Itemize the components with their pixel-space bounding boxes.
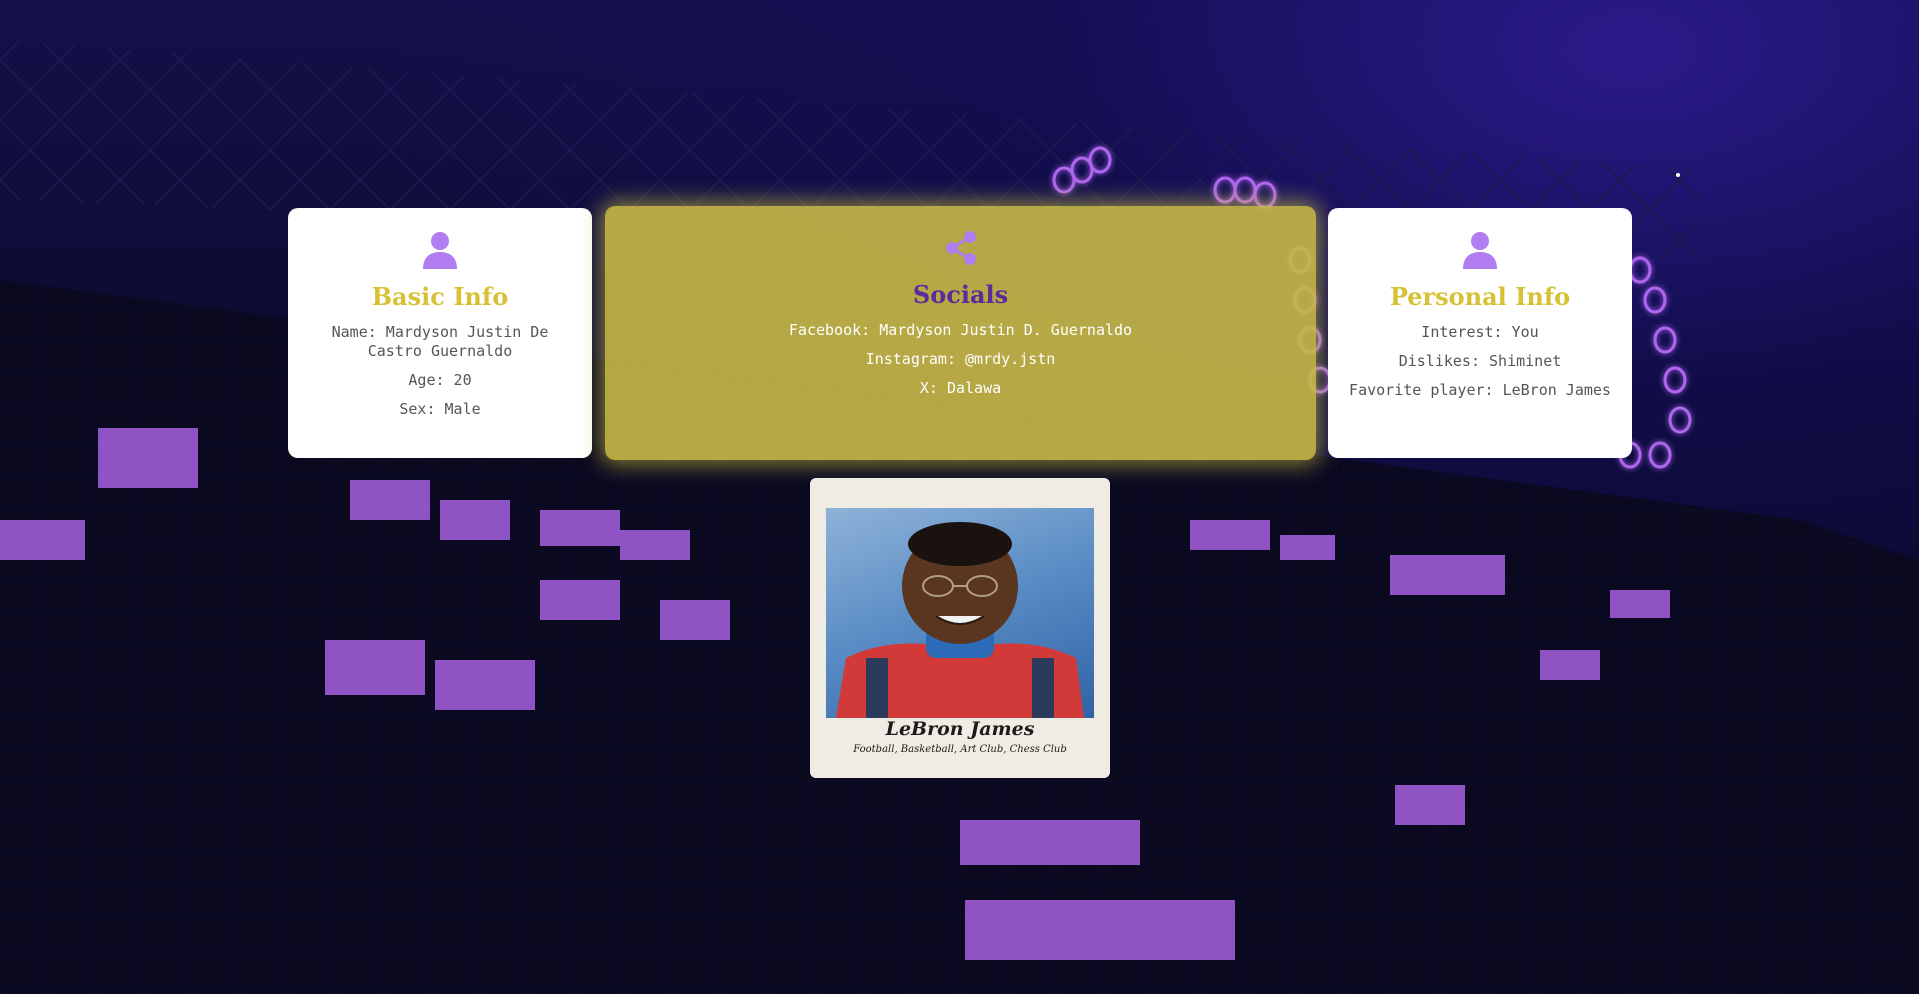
photo-caption-name: LeBron James — [885, 718, 1035, 740]
socials-facebook: Facebook: Mardyson Justin D. Guernaldo — [788, 321, 1133, 339]
yearbook-photo — [826, 508, 1094, 718]
basic-info-title: Basic Info — [371, 282, 509, 311]
personal-info-card: Personal Info Interest: You Dislikes: Sh… — [1328, 208, 1632, 458]
personal-info-title: Personal Info — [1389, 282, 1571, 311]
user-icon — [288, 230, 592, 270]
basic-info-name: Name: Mardyson Justin De Castro Guernald… — [331, 323, 549, 360]
personal-info-favorite-player: Favorite player: LeBron James — [1349, 381, 1611, 399]
basic-info-card: Basic Info Name: Mardyson Justin De Cast… — [288, 208, 592, 458]
yearbook-photo-card: LeBron James Football, Basketball, Art C… — [810, 478, 1110, 778]
photo-caption-clubs: Football, Basketball, Art Club, Chess Cl… — [853, 744, 1067, 755]
socials-card[interactable]: Socials Facebook: Mardyson Justin D. Gue… — [605, 206, 1316, 460]
personal-info-dislikes: Dislikes: Shiminet — [1398, 352, 1562, 370]
user-icon — [1328, 230, 1632, 270]
basic-info-sex: Sex: Male — [399, 400, 481, 418]
socials-title: Socials — [912, 280, 1009, 309]
personal-info-interest: Interest: You — [1421, 323, 1539, 341]
socials-x: X: Dalawa — [919, 379, 1002, 397]
share-icon — [605, 228, 1316, 268]
socials-instagram: Instagram: @mrdy.jstn — [865, 350, 1056, 368]
basic-info-age: Age: 20 — [408, 371, 472, 389]
